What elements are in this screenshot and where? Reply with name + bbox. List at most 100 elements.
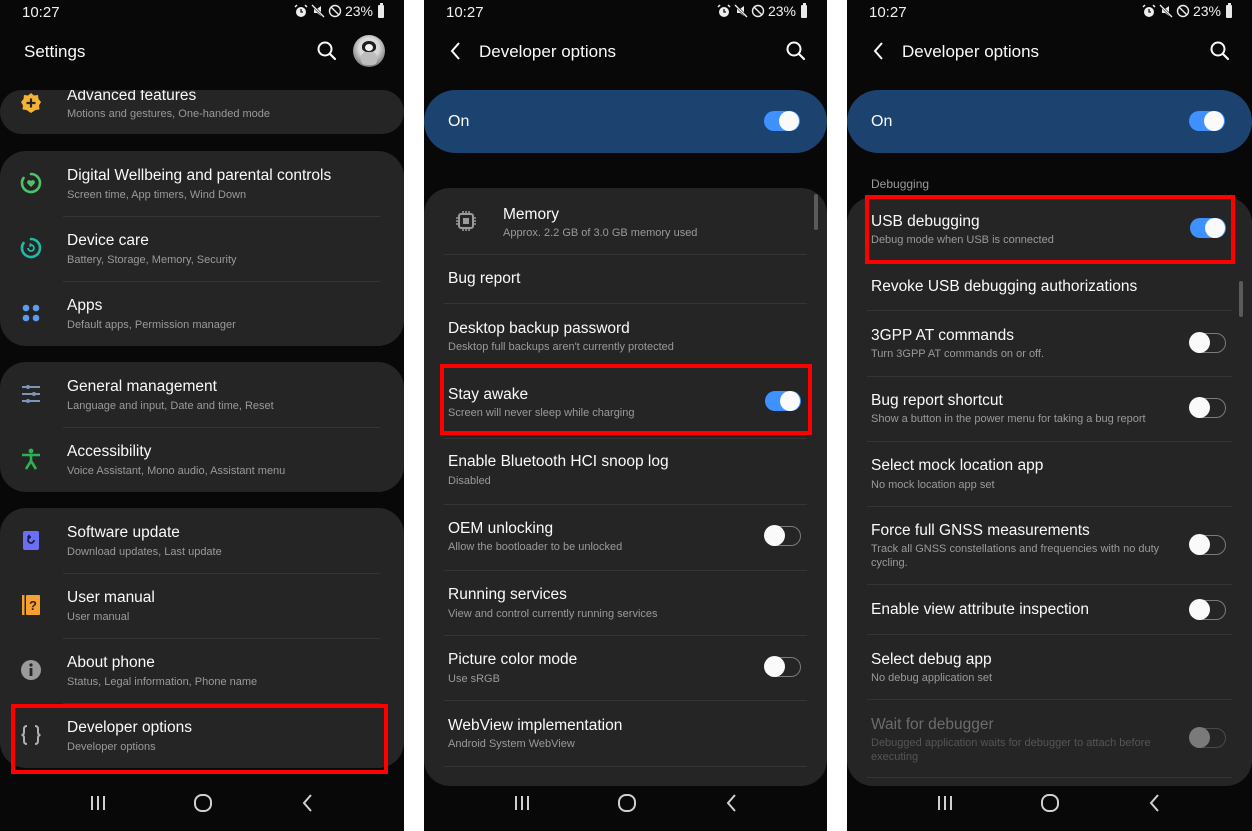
dev-item-force-gnss[interactable]: Force full GNSS measurements Track all G… [847,506,1252,584]
do-not-disturb-icon [751,4,765,18]
developer-options-master-switch[interactable]: On [424,90,827,153]
item-subtitle: Status, Legal information, Phone name [67,676,258,688]
settings-item-accessibility[interactable]: Accessibility Voice Assistant, Mono audi… [0,427,404,492]
back-nav-icon[interactable] [720,791,744,815]
item-title: About phone [67,654,155,671]
settings-item-digital-wellbeing[interactable]: Digital Wellbeing and parental controls … [0,151,404,216]
item-subtitle: Approx. 2.2 GB of 3.0 GB memory used [503,227,698,239]
dev-item-mock-location-app[interactable]: Select mock location app No mock locatio… [847,441,1252,506]
dev-item-webview-implementation[interactable]: WebView implementation Android System We… [424,700,827,766]
dev-item-bug-report-shortcut[interactable]: Bug report shortcut Show a button in the… [847,376,1252,441]
item-title: Digital Wellbeing and parental controls [67,167,332,184]
item-title: Device care [67,232,149,249]
settings-screen: 10:27 23% Settings Advanced features Mot… [0,0,404,831]
dev-item-revoke-usb-auth[interactable]: Revoke USB debugging authorizations [847,262,1252,310]
dev-item-view-attribute-inspection[interactable]: Enable view attribute inspection [847,584,1252,634]
item-subtitle: No mock location app set [871,479,995,491]
item-title: OEM unlocking [448,520,554,537]
dev-item-3gpp-at-commands[interactable]: 3GPP AT commands Turn 3GPP AT commands o… [847,310,1252,376]
search-icon[interactable] [1209,40,1231,62]
back-arrow-icon[interactable] [869,40,889,62]
developer-options-screen-debugging: 10:27 23% Developer options On Debugging… [847,0,1252,831]
dev-item-select-debug-app[interactable]: Select debug app No debug application se… [847,634,1252,699]
battery-percent: 23% [344,3,373,19]
force-gnss-toggle[interactable] [1189,534,1226,555]
app-bar: Developer options [424,34,827,70]
back-nav-icon[interactable] [296,791,320,815]
search-icon[interactable] [316,40,338,62]
home-icon[interactable] [615,791,639,815]
item-title: Wait for debugger [871,716,994,733]
item-title: Enable Bluetooth HCI snoop log [448,453,669,470]
dev-item-picture-color-mode[interactable]: Picture color mode Use sRGB [424,635,827,701]
back-nav-icon[interactable] [1143,791,1167,815]
mute-icon [311,4,325,18]
dev-item-desktop-backup-password[interactable]: Desktop backup password Desktop full bac… [424,303,827,369]
page-title: Developer options [902,42,1040,61]
highlight-usb-debugging [865,195,1235,264]
status-time: 10:27 [446,4,484,21]
view-attribute-inspection-toggle[interactable] [1189,599,1226,620]
oem-unlocking-toggle[interactable] [764,525,801,546]
page-title: Developer options [479,42,617,61]
developer-options-master-switch[interactable]: On [847,90,1252,153]
dev-item-memory[interactable]: Memory Approx. 2.2 GB of 3.0 GB memory u… [424,188,827,254]
home-icon[interactable] [191,791,215,815]
item-title: Memory [503,206,559,223]
picture-color-mode-toggle[interactable] [764,656,801,677]
item-title: Revoke USB debugging authorizations [871,278,1138,295]
item-title: Accessibility [67,443,152,460]
home-icon[interactable] [1038,791,1062,815]
settings-item-apps[interactable]: Apps Default apps, Permission manager [0,281,404,346]
settings-item-user-manual[interactable]: ? User manual User manual [0,573,404,638]
mute-icon [734,4,748,18]
bug-report-shortcut-toggle[interactable] [1189,397,1226,418]
device-care-icon [20,237,42,259]
highlight-developer-options [11,704,388,774]
profile-avatar[interactable] [353,35,385,67]
divider [444,766,807,767]
item-title: WebView implementation [448,717,623,734]
item-subtitle: Default apps, Permission manager [67,319,236,331]
item-subtitle: User manual [67,611,130,623]
status-bar: 10:27 23% [0,0,404,26]
developer-options-list: Memory Approx. 2.2 GB of 3.0 GB memory u… [424,188,827,786]
recent-apps-icon[interactable] [86,791,110,815]
item-subtitle-line2: cycling. [871,557,908,569]
do-not-disturb-icon [1176,4,1190,18]
master-toggle[interactable] [764,111,800,131]
item-subtitle: View and control currently running servi… [448,608,658,620]
item-subtitle: Battery, Storage, Memory, Security [67,254,237,266]
dev-item-bluetooth-hci-snoop[interactable]: Enable Bluetooth HCI snoop log Disabled [424,438,827,504]
alarm-icon [1142,4,1156,17]
recent-apps-icon[interactable] [510,791,534,815]
search-icon[interactable] [785,40,807,62]
settings-item-general-management[interactable]: General management Language and input, D… [0,362,404,427]
dev-item-wait-for-debugger: Wait for debugger Debugged application w… [847,699,1252,777]
dev-item-oem-unlocking[interactable]: OEM unlocking Allow the bootloader to be… [424,504,827,570]
master-switch-label: On [871,113,893,130]
dev-item-running-services[interactable]: Running services View and control curren… [424,570,827,636]
3gpp-at-commands-toggle[interactable] [1189,332,1226,353]
battery-icon [378,2,384,18]
settings-item-advanced-features[interactable]: Advanced features Motions and gestures, … [0,90,404,134]
settings-item-about-phone[interactable]: About phone Status, Legal information, P… [0,638,404,703]
item-subtitle: Use sRGB [448,673,500,685]
master-switch-label: On [448,113,470,130]
alarm-icon [717,4,731,17]
item-subtitle: Download updates, Last update [67,546,222,558]
back-arrow-icon[interactable] [446,40,466,62]
settings-item-software-update[interactable]: Software update Download updates, Last u… [0,508,404,573]
item-subtitle-line2: executing [871,751,919,763]
settings-item-device-care[interactable]: Device care Battery, Storage, Memory, Se… [0,216,404,281]
item-subtitle: Motions and gestures, One-handed mode [67,108,271,120]
do-not-disturb-icon [328,4,342,18]
master-toggle[interactable] [1189,111,1225,131]
item-subtitle: Allow the bootloader to be unlocked [448,541,623,553]
battery-icon [801,2,807,18]
apps-icon [22,304,40,322]
navigation-bar [0,775,404,831]
dev-item-bug-report[interactable]: Bug report [424,254,827,303]
item-title: Running services [448,586,567,603]
recent-apps-icon[interactable] [933,791,957,815]
